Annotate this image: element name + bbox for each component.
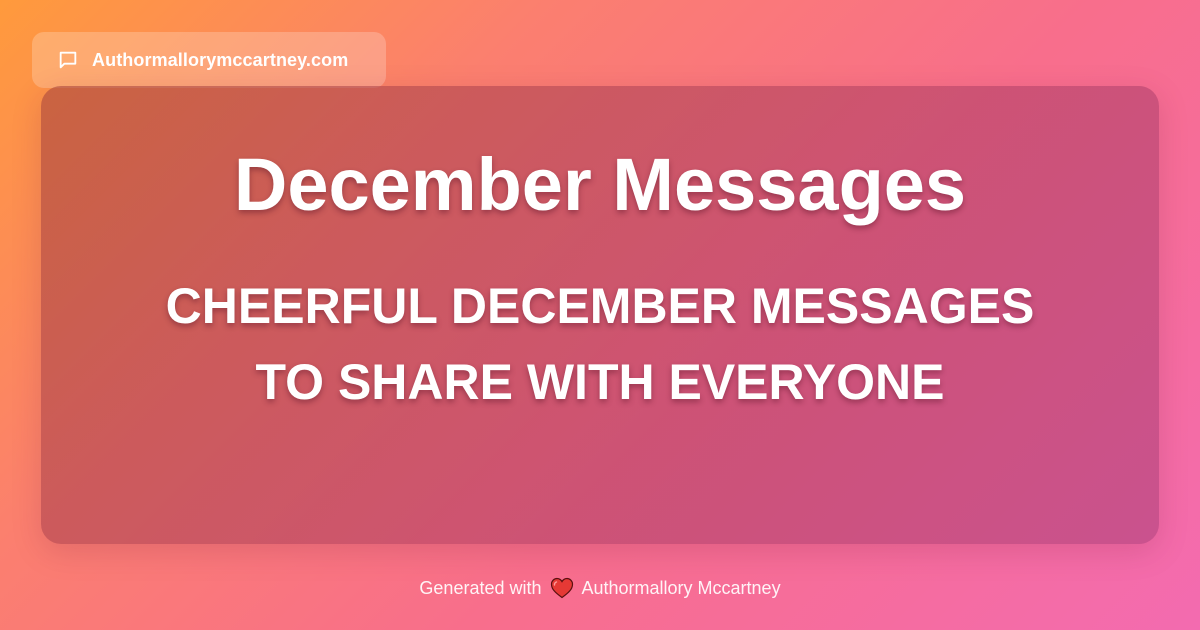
footer-author: Authormallory Mccartney xyxy=(581,577,781,598)
footer: Generated with Authormallory Mccartney xyxy=(0,574,1200,602)
heart-icon xyxy=(550,577,574,599)
site-badge[interactable]: Authormallorymccartney.com xyxy=(32,32,386,88)
chat-bubble-icon xyxy=(56,48,80,72)
message-card: December Messages CHEERFUL DECEMBER MESS… xyxy=(41,86,1159,544)
footer-prefix: Generated with xyxy=(419,577,542,598)
page-title: December Messages xyxy=(233,143,967,226)
site-domain: Authormallorymccartney.com xyxy=(92,49,349,70)
page-subtitle: CHEERFUL DECEMBER MESSAGES TO SHARE WITH… xyxy=(165,278,1035,410)
